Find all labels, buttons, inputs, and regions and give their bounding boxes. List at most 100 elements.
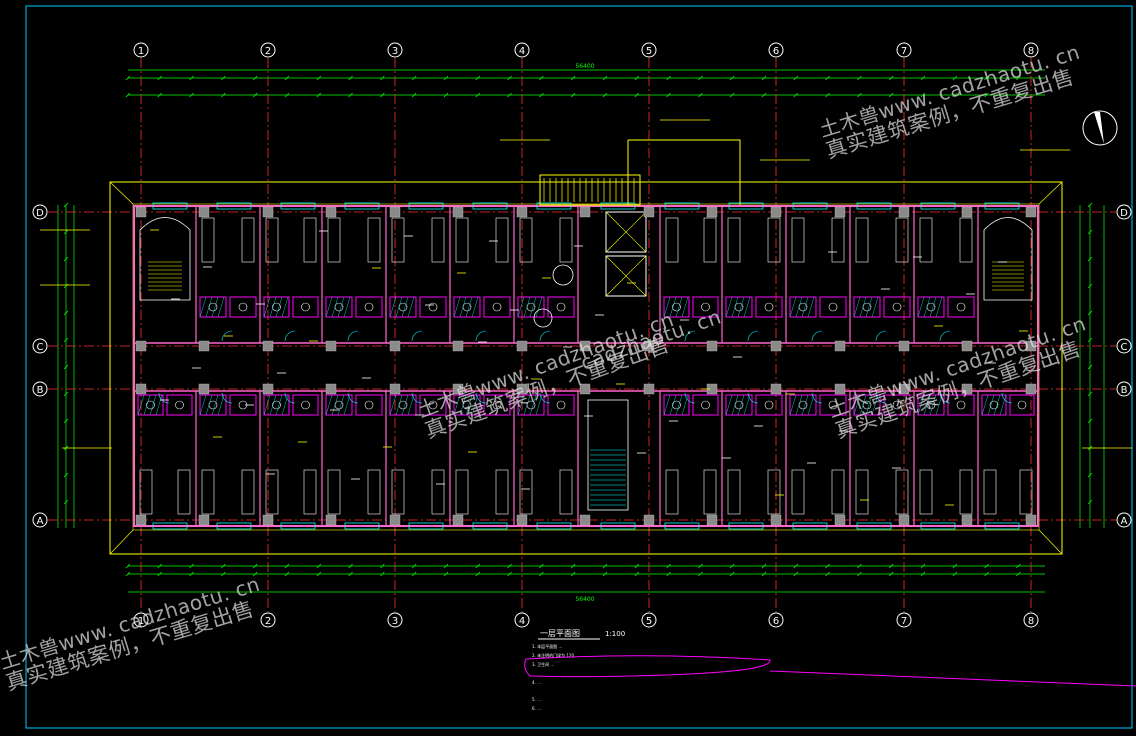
structural-column <box>770 383 782 395</box>
bed <box>201 217 215 263</box>
toilet-icon <box>428 302 438 312</box>
floor-hatch <box>149 394 157 416</box>
floor-hatch <box>325 394 333 416</box>
floor-hatch <box>923 296 931 318</box>
structural-column <box>770 206 782 218</box>
structural-column <box>770 514 782 526</box>
door-swing <box>475 330 487 342</box>
structural-column <box>706 206 718 218</box>
bed <box>201 469 215 515</box>
floor-hatch <box>725 394 733 416</box>
floor-hatch <box>917 296 925 318</box>
structural-column <box>898 383 910 395</box>
floor-hatch <box>517 296 525 318</box>
note-6: 6. … <box>532 706 541 711</box>
note-3: 3. 卫生间 … <box>532 661 554 667</box>
cad-viewport[interactable]: 1 2 3 4 5 6 7 8 1 2 3 4 5 6 7 8 D C B A … <box>0 0 1136 732</box>
floor-hatch <box>269 296 277 318</box>
floor-hatch <box>199 296 207 318</box>
bathroom <box>663 394 690 416</box>
axis-label-8-bottom: 8 <box>1028 616 1034 627</box>
bathroom <box>1009 394 1035 416</box>
structural-column <box>325 383 337 395</box>
roof-hip <box>109 181 134 205</box>
floor-hatch <box>281 296 289 318</box>
structural-column <box>135 514 147 526</box>
bed <box>431 469 445 515</box>
structural-column <box>516 340 528 352</box>
axis-bubbles-left: D C B A <box>32 204 48 528</box>
structural-column <box>1025 514 1037 526</box>
structural-column <box>135 340 147 352</box>
structural-column <box>579 340 591 352</box>
toilet-icon <box>892 302 902 312</box>
floor-hatch <box>275 296 283 318</box>
bed <box>831 469 845 515</box>
structural-column <box>1025 340 1037 352</box>
roof-eave <box>109 181 1063 555</box>
bed <box>983 469 997 515</box>
note-1: 1. 本层平面图 … <box>532 643 562 649</box>
roof-inner <box>132 203 1040 531</box>
bathroom <box>483 394 511 416</box>
title-block: 一层平面图 1:100 1. 本层平面图 … 2. 未注明的门垛为 120 3.… <box>524 629 1136 711</box>
structural-column <box>643 340 655 352</box>
toilet-icon <box>956 302 966 312</box>
bathroom <box>137 394 164 416</box>
entry-canopy <box>627 139 741 205</box>
axis-label-1-top: 1 <box>138 46 144 57</box>
structural-column <box>961 206 973 218</box>
bed <box>241 469 255 515</box>
floor-hatch <box>407 296 415 318</box>
structural-column <box>834 340 846 352</box>
floor-hatch <box>199 394 207 416</box>
bed <box>303 469 317 515</box>
floor-hatch <box>395 394 403 416</box>
floor-hatch <box>789 394 797 416</box>
axis-label-D-right: D <box>1120 208 1128 219</box>
bed <box>431 217 445 263</box>
bed <box>855 217 869 263</box>
floor-hatch <box>789 296 797 318</box>
bathroom <box>883 296 911 318</box>
floor-hatch <box>453 394 461 416</box>
axis-grid <box>48 58 1116 612</box>
toilet-icon <box>364 302 374 312</box>
room-fixtures <box>137 217 1035 515</box>
north-arrow-icon <box>1082 110 1118 146</box>
structural-column <box>643 514 655 526</box>
floor-hatch <box>987 394 995 416</box>
bed <box>767 217 781 263</box>
structural-column <box>389 206 401 218</box>
floor-hatch <box>471 296 479 318</box>
total-dimension-top: 56400 <box>575 63 594 70</box>
floor-hatch <box>205 394 213 416</box>
bed <box>559 469 573 515</box>
bed <box>455 469 469 515</box>
floor-hatch <box>143 394 151 416</box>
structural-column <box>961 383 973 395</box>
total-dimension-bottom: 56400 <box>575 596 594 603</box>
walls <box>133 202 1039 530</box>
bed <box>391 469 405 515</box>
bathroom <box>229 296 257 318</box>
bathroom <box>355 296 383 318</box>
note-4: 4. … <box>532 680 541 685</box>
floor-hatch <box>663 296 671 318</box>
axis-label-C-right: C <box>1121 342 1128 353</box>
floor-hatch <box>853 394 861 416</box>
toilet-icon <box>556 400 566 410</box>
floor-hatch <box>853 296 861 318</box>
axis-bubbles-bottom: 1 2 3 4 5 6 7 8 <box>133 612 1039 628</box>
bed <box>855 469 869 515</box>
floor-hatch <box>917 394 925 416</box>
floor-hatch <box>681 296 689 318</box>
structural-column <box>389 340 401 352</box>
floor-hatch <box>453 296 461 318</box>
structural-column <box>898 206 910 218</box>
door-swing <box>939 330 951 342</box>
structural-column <box>579 514 591 526</box>
bed <box>727 217 741 263</box>
bathroom <box>166 394 193 416</box>
bed <box>495 469 509 515</box>
